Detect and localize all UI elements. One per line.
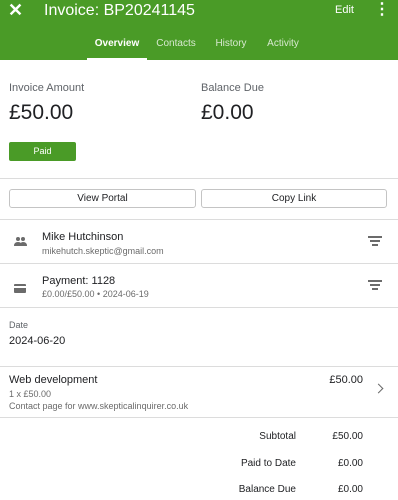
- page-title: Invoice: BP20241145: [44, 2, 195, 19]
- tab-bar: Overview Contacts History Activity: [0, 32, 398, 60]
- divider: [0, 307, 398, 308]
- paid-to-date-label: Paid to Date: [240, 458, 296, 469]
- payment-title: Payment: 1128: [42, 275, 116, 287]
- filter-icon[interactable]: [368, 236, 382, 246]
- totals-balance-due-value: £0.00: [337, 484, 363, 495]
- contact-email: mikehutch.skeptic@gmail.com: [42, 246, 164, 256]
- paid-to-date-value: £0.00: [337, 458, 363, 469]
- invoice-amount-value: £50.00: [9, 101, 74, 124]
- subtotal-value: £50.00: [332, 431, 363, 442]
- app-bar: ✕ Invoice: BP20241145 Edit ⋮ Overview Co…: [0, 0, 398, 60]
- divider: [0, 366, 398, 367]
- chevron-right-icon[interactable]: [373, 383, 384, 394]
- more-vert-icon[interactable]: ⋮: [374, 0, 390, 20]
- line-item-quantity: 1 x £50.00: [9, 389, 52, 399]
- tab-history[interactable]: History: [207, 32, 255, 60]
- view-portal-button[interactable]: View Portal: [9, 189, 196, 208]
- line-item-amount: £50.00: [329, 374, 363, 386]
- totals-balance-due-label: Balance Due: [238, 484, 296, 495]
- divider: [0, 263, 398, 264]
- people-icon: [14, 233, 27, 251]
- date-label: Date: [9, 320, 29, 330]
- tab-contacts[interactable]: Contacts: [150, 32, 202, 60]
- divider: [0, 219, 398, 220]
- invoice-amount-label: Invoice Amount: [9, 82, 85, 94]
- close-icon[interactable]: ✕: [8, 0, 23, 20]
- line-item-name: Web development: [9, 374, 98, 386]
- filter-icon[interactable]: [368, 280, 382, 290]
- contact-name: Mike Hutchinson: [42, 231, 124, 243]
- status-badge[interactable]: Paid: [9, 142, 76, 161]
- copy-link-button[interactable]: Copy Link: [201, 189, 387, 208]
- divider: [0, 178, 398, 179]
- balance-due-value: £0.00: [201, 101, 254, 124]
- payment-detail: £0.00/£50.00 • 2024-06-19: [42, 289, 149, 299]
- line-item-description: Contact page for www.skepticalinquirer.c…: [9, 401, 189, 411]
- balance-due-label: Balance Due: [201, 82, 264, 94]
- tab-overview[interactable]: Overview: [87, 32, 147, 60]
- date-value: 2024-06-20: [9, 335, 66, 347]
- tab-activity[interactable]: Activity: [260, 32, 306, 60]
- divider: [0, 417, 398, 418]
- subtotal-label: Subtotal: [259, 431, 296, 442]
- credit-card-icon: [14, 280, 26, 298]
- edit-button[interactable]: Edit: [335, 3, 354, 17]
